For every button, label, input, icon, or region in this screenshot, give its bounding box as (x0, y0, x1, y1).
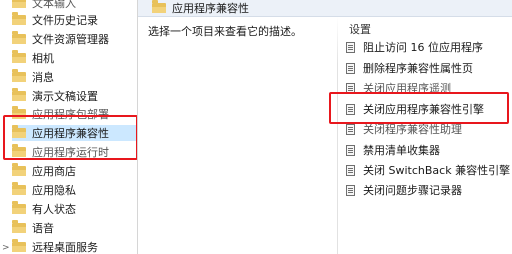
policy-label: 删除程序兼容性属性页 (363, 62, 473, 75)
policy-setting-icon (346, 82, 355, 94)
tree-item-label: 语音 (32, 222, 54, 235)
tree-item-label: 文本输入 (32, 0, 76, 10)
folder-icon (12, 239, 26, 252)
tree-item-messaging[interactable]: 消息 (12, 69, 136, 85)
tree-item-label: 消息 (32, 71, 54, 84)
policy-setting-icon (346, 62, 355, 74)
tree-item-label: 演示文稿设置 (32, 90, 98, 103)
tree-item-speech[interactable]: 语音 (12, 220, 136, 236)
tree-item-app-compatibility[interactable]: 应用程序兼容性 (12, 125, 136, 141)
folder-icon (12, 220, 26, 233)
tree-item-app-privacy[interactable]: 应用隐私 (12, 182, 136, 198)
tree-item-remote-desktop-services[interactable]: 远程桌面服务 (12, 239, 136, 254)
tree-item-file-explorer[interactable]: 文件资源管理器 (12, 31, 136, 47)
policy-item[interactable]: 关闭 SwitchBack 兼容性引擎 (346, 162, 510, 178)
tree-item-label: 应用商店 (32, 165, 76, 178)
folder-icon (12, 88, 26, 101)
description-text: 选择一个项目来查看它的描述。 (148, 25, 302, 38)
policy-setting-icon (346, 123, 355, 135)
pane-divider[interactable] (137, 0, 138, 254)
folder-icon (12, 144, 26, 157)
tree-item-label: 应用程序兼容性 (32, 127, 109, 140)
tree-item-presence[interactable]: 有人状态 (12, 201, 136, 217)
policy-setting-icon (346, 103, 355, 115)
policy-label: 禁用清单收集器 (363, 144, 440, 157)
tree-item-text-input[interactable]: 文本输入 (12, 0, 136, 11)
policy-setting-icon (346, 41, 355, 53)
folder-icon (12, 125, 26, 138)
settings-column-header[interactable]: 设置 (349, 21, 371, 37)
tree-item-store[interactable]: 应用商店 (12, 163, 136, 179)
folder-icon (12, 106, 26, 119)
column-separator (337, 17, 338, 254)
policy-item[interactable]: 阻止访问 16 位应用程序 (346, 39, 483, 55)
policy-item[interactable]: 关闭应用程序兼容性引擎 (346, 101, 484, 117)
policy-label: 关闭程序兼容性助理 (363, 123, 462, 136)
policy-item[interactable]: 关闭程序兼容性助理 (346, 121, 462, 137)
policy-setting-icon (346, 184, 355, 196)
tree-item-camera[interactable]: 相机 (12, 50, 136, 66)
policy-label: 关闭应用程序兼容性引擎 (363, 103, 484, 116)
policy-label: 阻止访问 16 位应用程序 (363, 41, 483, 54)
policy-item[interactable]: 删除程序兼容性属性页 (346, 60, 473, 76)
tree-item-label: 远程桌面服务 (32, 241, 98, 254)
folder-icon (12, 0, 26, 8)
tree-item-app-package-deployment[interactable]: 应用程序包部署 (12, 106, 136, 122)
tree-item-presentation-settings[interactable]: 演示文稿设置 (12, 88, 136, 104)
policy-label: 关闭 SwitchBack 兼容性引擎 (363, 164, 511, 177)
folder-icon (12, 182, 26, 195)
folder-icon (12, 163, 26, 176)
policy-item[interactable]: 禁用清单收集器 (346, 142, 440, 158)
folder-icon (12, 201, 26, 214)
policy-setting-icon (346, 164, 355, 176)
tree-item-label: 有人状态 (32, 203, 76, 216)
tree-item-app-runtime[interactable]: 应用程序运行时 (12, 144, 136, 160)
policy-label: 关闭问题步骤记录器 (363, 184, 462, 197)
tree-item-label: 应用隐私 (32, 184, 76, 197)
tree-item-label: 应用程序运行时 (32, 146, 109, 159)
folder-icon (12, 69, 26, 82)
tree-item-label: 文件资源管理器 (32, 33, 109, 46)
expand-chevron-icon[interactable]: > (2, 243, 10, 253)
navigation-tree: 文本输入 文件历史记录 文件资源管理器 相机 消息 演示文稿设置 应用程序包部署… (0, 0, 136, 254)
details-header: 应用程序兼容性 (138, 0, 512, 17)
folder-icon (12, 50, 26, 63)
policy-item[interactable]: 关闭问题步骤记录器 (346, 182, 462, 198)
tree-item-label: 应用程序包部署 (32, 108, 109, 121)
folder-icon (12, 12, 26, 25)
policy-label: 关闭应用程序遥测 (363, 82, 451, 95)
policy-item[interactable]: 关闭应用程序遥测 (346, 80, 451, 96)
policy-setting-icon (346, 144, 355, 156)
folder-icon (152, 0, 166, 13)
tree-item-label: 文件历史记录 (32, 14, 98, 27)
folder-icon (12, 31, 26, 44)
details-title: 应用程序兼容性 (172, 2, 249, 15)
tree-item-file-history[interactable]: 文件历史记录 (12, 12, 136, 28)
tree-item-label: 相机 (32, 52, 54, 65)
